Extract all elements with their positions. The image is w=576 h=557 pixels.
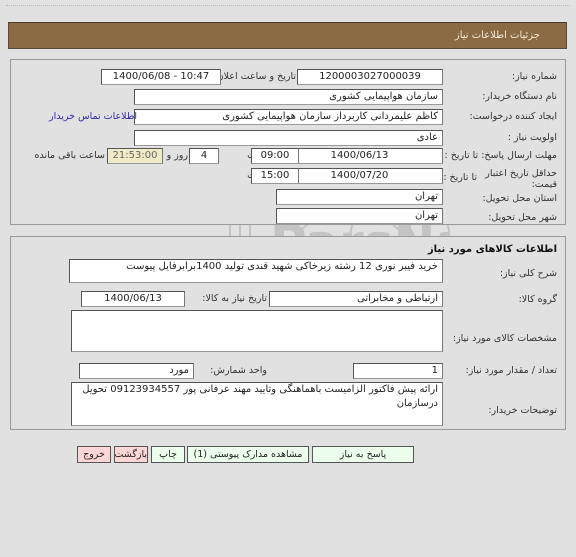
description-label: شرح کلی نیاز: [499, 268, 557, 279]
priority-field[interactable]: عادی [134, 130, 443, 146]
deadline-label: مهلت ارسال پاسخ: تا تاریخ : [444, 150, 558, 161]
page-title: جزئیات اطلاعات نیاز [454, 30, 540, 41]
quantity-field[interactable]: 1 [353, 363, 443, 379]
goods-group-field[interactable]: ارتباطی و مخابراتی [269, 291, 443, 307]
delivery-city-label: شهر محل تحویل: [488, 212, 557, 223]
buyer-notes-label: توضیحات خریدار: [488, 405, 557, 416]
need-date-field[interactable]: 1400/06/13 [81, 291, 185, 307]
respond-to-need-button[interactable]: پاسخ به نیاز [312, 446, 414, 463]
buyer-org-field[interactable]: سازمان هواپیمایی کشوری [134, 89, 443, 105]
validity-date-field[interactable]: 1400/07/20 [276, 168, 443, 184]
creator-field[interactable]: کاظم علیمردانی کاربرداز سازمان هواپیمایی… [134, 109, 443, 125]
priority-label: اولویت نیاز : [507, 132, 557, 143]
goods-section-title: اطلاعات کالاهای مورد نیاز [427, 244, 557, 255]
validity-time-field[interactable]: 15:00 [251, 168, 299, 184]
price-validity-label: حداقل تاریخ اعتبار قیمت: [485, 168, 557, 190]
goods-group-label: گروه کالا: [518, 294, 557, 305]
need-date-label: تاریخ نیاز به کالا: [202, 293, 267, 304]
delivery-province-field[interactable]: تهران [276, 189, 443, 205]
top-divider [6, 5, 570, 6]
announce-datetime-field[interactable]: 1400/06/08 - 10:47 [101, 69, 221, 85]
quantity-label: تعداد / مقدار مورد نیاز: [465, 365, 557, 376]
time-remaining-field: 21:53:00 [107, 148, 163, 164]
description-field[interactable]: خرید فیبر نوری 12 رشته زیرخاکی شهید قندی… [69, 259, 443, 283]
deadline-date-field[interactable]: 1400/06/13 [276, 148, 443, 164]
buyer-org-label: نام دستگاه خریدار: [482, 91, 557, 102]
need-details-panel: شماره نیاز: 1200003027000039 تاریخ و ساع… [10, 59, 566, 225]
goods-specs-label: مشخصات کالای مورد نیاز: [452, 333, 557, 344]
page-title-bar: جزئیات اطلاعات نیاز [8, 22, 567, 49]
goods-panel: اطلاعات کالاهای مورد نیاز شرح کلی نیاز: … [10, 236, 566, 430]
unit-label: واحد شمارش: [210, 365, 267, 376]
delivery-province-label: استان محل تحویل: [482, 193, 557, 204]
view-attachments-button[interactable]: مشاهده مدارک پیوستی (1) [187, 446, 309, 463]
back-button[interactable]: بازگشت [114, 446, 148, 463]
buyer-notes-field[interactable]: ارائه پیش فاکتور الزامیست باهماهنگی وتای… [71, 382, 443, 426]
days-remaining-field[interactable]: 4 [189, 148, 219, 164]
buyer-contact-link[interactable]: اطلاعات تماس خریدار [49, 111, 137, 122]
exit-button[interactable]: خروج [77, 446, 111, 463]
need-number-field[interactable]: 1200003027000039 [297, 69, 443, 85]
validity-to-date-label: تا تاریخ : [443, 172, 477, 183]
days-label: روز و [166, 150, 188, 161]
time-remaining-label: ساعت باقی مانده [34, 150, 105, 161]
creator-label: ایجاد کننده درخواست: [469, 111, 557, 122]
print-button[interactable]: چاپ [151, 446, 185, 463]
need-number-label: شماره نیاز: [511, 71, 557, 82]
deadline-time-field[interactable]: 09:00 [251, 148, 299, 164]
goods-specs-field[interactable] [71, 310, 443, 352]
unit-field[interactable]: مورد [79, 363, 194, 379]
delivery-city-field[interactable]: تهران [276, 208, 443, 224]
